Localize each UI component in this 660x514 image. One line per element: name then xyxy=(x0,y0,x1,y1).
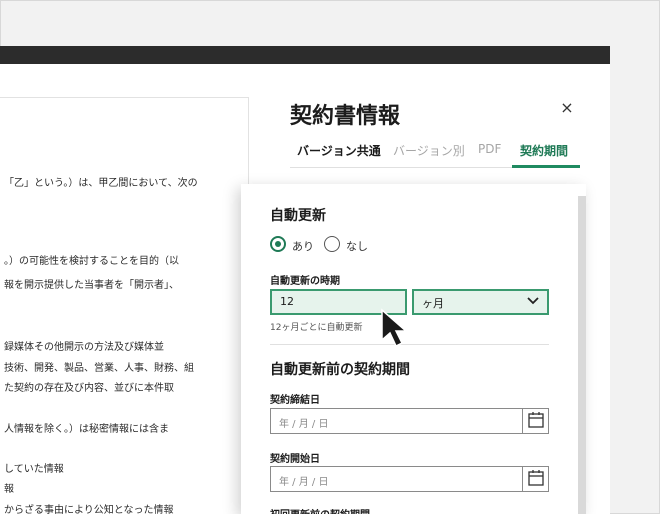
start-date-label: 契約開始日 xyxy=(270,454,320,465)
chevron-down-icon xyxy=(527,297,539,305)
start-calendar-button[interactable] xyxy=(522,467,548,491)
document-line: 人情報を除く。）は秘密情報には含ま xyxy=(4,424,169,435)
radio-auto-renew-no[interactable] xyxy=(324,236,340,252)
document-line: 報 xyxy=(4,484,14,495)
mouse-cursor-icon xyxy=(381,308,408,348)
document-line: 報を開示提供した当事者を「開示者」、 xyxy=(4,280,179,291)
tab-version-common[interactable]: バージョン共通 xyxy=(297,142,381,159)
panel-title: 契約書情報 xyxy=(290,104,401,129)
contract-document-preview: 「乙」という。）は、甲乙間において、次の 。）の可能性を検討することを目的（以 … xyxy=(0,97,249,514)
document-line: た契約の存在及び内容、並びに本件取 xyxy=(4,383,174,394)
radio-auto-renew-yes[interactable] xyxy=(270,236,286,252)
window-title-bar xyxy=(0,46,610,64)
active-tab-indicator xyxy=(512,165,580,168)
document-line: 技術、開発、製品、営業、人事、財務、組 xyxy=(4,363,194,374)
scrollbar[interactable] xyxy=(578,196,586,514)
tab-contract-period[interactable]: 契約期間 xyxy=(520,142,568,159)
document-line: 録媒体その他開示の方法及び媒体並 xyxy=(4,342,164,353)
tab-pdf[interactable]: PDF xyxy=(478,142,501,156)
signing-date-placeholder: 年 / 月 / 日 xyxy=(279,419,329,430)
radio-yes-label: あり xyxy=(292,240,314,253)
renew-hint: 12ヶ月ごとに自動更新 xyxy=(270,323,363,333)
renew-timing-label: 自動更新の時期 xyxy=(270,276,340,287)
close-icon: × xyxy=(560,98,574,117)
pre-renew-period-title: 自動更新前の契約期間 xyxy=(270,362,410,378)
initial-period-label: 初回更新前の契約期間 xyxy=(270,506,370,514)
document-line: していた情報 xyxy=(4,464,64,475)
document-line: 。）の可能性を検討することを目的（以 xyxy=(4,256,179,267)
calendar-icon xyxy=(528,470,544,486)
signing-date-label: 契約締結日 xyxy=(270,395,320,406)
document-line: 「乙」という。）は、甲乙間において、次の xyxy=(4,178,198,189)
document-line: からざる事由により公知となった情報 xyxy=(4,505,174,514)
tab-version-specific[interactable]: バージョン別 xyxy=(393,142,465,159)
close-button[interactable]: × xyxy=(557,98,577,120)
signing-calendar-button[interactable] xyxy=(522,409,548,433)
start-date-field[interactable]: 年 / 月 / 日 xyxy=(270,466,549,492)
calendar-icon xyxy=(528,412,544,428)
start-date-placeholder: 年 / 月 / 日 xyxy=(279,477,329,488)
signing-date-field[interactable]: 年 / 月 / 日 xyxy=(270,408,549,434)
auto-renew-title: 自動更新 xyxy=(270,208,326,224)
radio-no-label: なし xyxy=(346,240,368,253)
